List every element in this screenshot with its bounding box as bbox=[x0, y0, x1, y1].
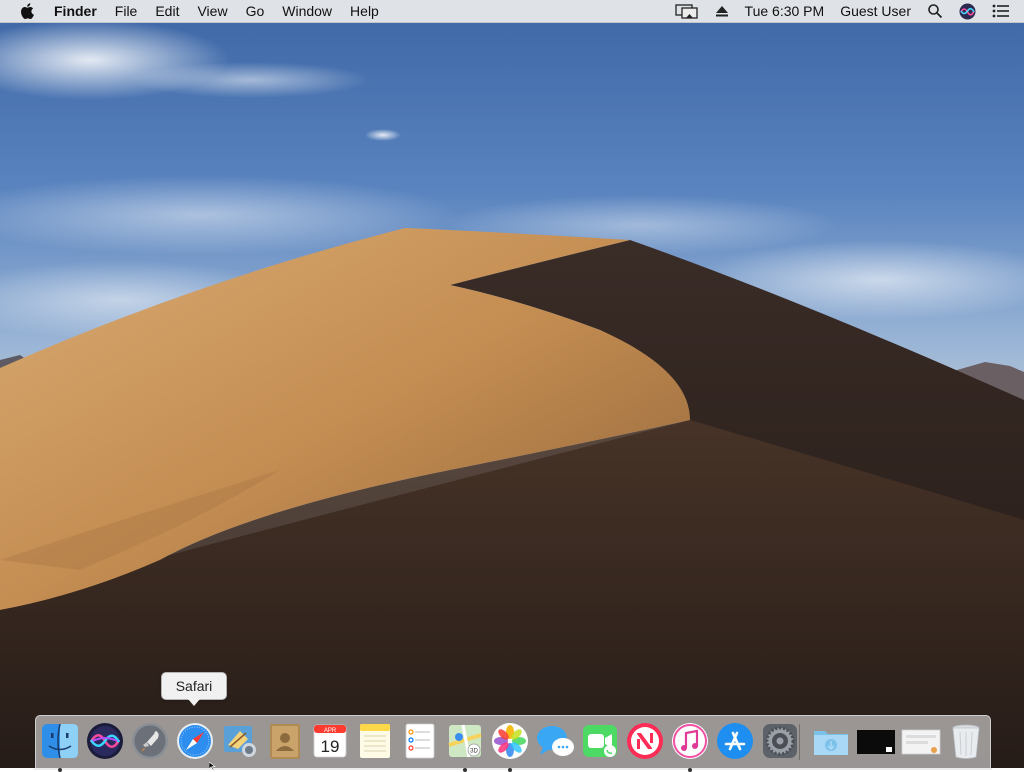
desktop-wallpaper bbox=[0, 0, 1024, 768]
menu-app-finder[interactable]: Finder bbox=[45, 0, 106, 22]
eject-icon[interactable] bbox=[707, 4, 737, 18]
app-store-icon bbox=[717, 723, 753, 759]
screenshot-stack-icon bbox=[901, 729, 941, 755]
menu-view[interactable]: View bbox=[188, 0, 236, 22]
finder-icon bbox=[42, 723, 78, 759]
menu-window[interactable]: Window bbox=[273, 0, 341, 22]
dock-tooltip-label: Safari bbox=[175, 678, 213, 694]
menu-edit[interactable]: Edit bbox=[146, 0, 188, 22]
dock-item-downloads[interactable] bbox=[811, 721, 851, 761]
menu-help[interactable]: Help bbox=[341, 0, 388, 22]
dock-separator bbox=[799, 724, 800, 760]
system-preferences-icon bbox=[763, 724, 797, 758]
dock-tooltip-arrow bbox=[188, 699, 200, 706]
itunes-icon bbox=[672, 723, 708, 759]
dock-tooltip: Safari bbox=[161, 672, 227, 706]
calendar-month-label: APR bbox=[324, 728, 337, 734]
dock-item-finder[interactable] bbox=[40, 721, 80, 772]
safari-icon bbox=[177, 723, 213, 759]
dock-item-system-preferences[interactable] bbox=[760, 721, 800, 761]
facetime-icon bbox=[583, 725, 617, 757]
apple-menu-icon[interactable] bbox=[17, 0, 37, 22]
svg-text:3D: 3D bbox=[470, 749, 478, 755]
dock-item-screenshot-stack-2[interactable] bbox=[901, 721, 941, 761]
mouse-cursor-icon bbox=[209, 762, 216, 770]
dock-item-safari[interactable] bbox=[175, 721, 215, 761]
notes-icon bbox=[360, 724, 390, 758]
calendar-day-label: 19 bbox=[321, 737, 340, 756]
running-indicator bbox=[508, 768, 512, 772]
reminders-icon bbox=[405, 723, 435, 759]
dock-item-launchpad[interactable] bbox=[130, 721, 170, 761]
user-name[interactable]: Guest User bbox=[832, 0, 919, 22]
dock-item-app-store[interactable] bbox=[715, 721, 755, 761]
dock-item-reminders[interactable] bbox=[400, 721, 440, 761]
dock-item-notes[interactable] bbox=[355, 721, 395, 761]
running-indicator bbox=[463, 768, 467, 772]
messages-icon bbox=[537, 726, 574, 756]
calendar-icon: APR 19 bbox=[313, 724, 347, 758]
display-mirroring-icon[interactable] bbox=[667, 3, 707, 19]
dock-item-messages[interactable] bbox=[535, 721, 575, 761]
spotlight-search-icon[interactable] bbox=[919, 3, 951, 19]
dock-item-news[interactable] bbox=[625, 721, 665, 761]
siri-icon bbox=[87, 723, 123, 759]
dock-item-contacts[interactable] bbox=[265, 721, 305, 761]
dock-item-trash[interactable] bbox=[946, 721, 986, 761]
menu-go[interactable]: Go bbox=[237, 0, 274, 22]
dock-item-itunes[interactable] bbox=[670, 721, 710, 772]
downloads-folder-icon bbox=[814, 731, 848, 755]
menu-bar-status-area: Tue 6:30 PM Guest User bbox=[667, 0, 1024, 22]
news-icon bbox=[627, 723, 663, 759]
notification-center-icon[interactable] bbox=[984, 4, 1024, 18]
running-indicator bbox=[688, 768, 692, 772]
maps-icon: 3D bbox=[448, 724, 482, 758]
menu-file[interactable]: File bbox=[106, 0, 147, 22]
menu-bar: Finder File Edit View Go Window Help Tue… bbox=[0, 0, 1024, 23]
contacts-icon bbox=[270, 724, 300, 759]
dock-item-calendar[interactable]: APR 19 bbox=[310, 721, 350, 761]
trash-icon bbox=[952, 724, 980, 759]
dock: APR 19 3D bbox=[35, 715, 991, 772]
siri-icon[interactable] bbox=[951, 3, 984, 20]
clock[interactable]: Tue 6:30 PM bbox=[737, 0, 833, 22]
mail-icon bbox=[224, 726, 256, 757]
dock-item-photos[interactable] bbox=[490, 721, 530, 772]
mojave-dune-wallpaper bbox=[0, 0, 1024, 768]
dock-item-screenshot-stack-1[interactable] bbox=[856, 721, 896, 761]
dock-item-mail[interactable] bbox=[220, 721, 260, 761]
dock-item-siri[interactable] bbox=[85, 721, 125, 761]
dock-item-maps[interactable]: 3D bbox=[445, 721, 485, 772]
photos-icon bbox=[492, 723, 528, 759]
screenshot-stack-icon bbox=[857, 730, 895, 754]
running-indicator bbox=[58, 768, 62, 772]
dock-item-facetime[interactable] bbox=[580, 721, 620, 761]
launchpad-icon bbox=[132, 723, 168, 759]
